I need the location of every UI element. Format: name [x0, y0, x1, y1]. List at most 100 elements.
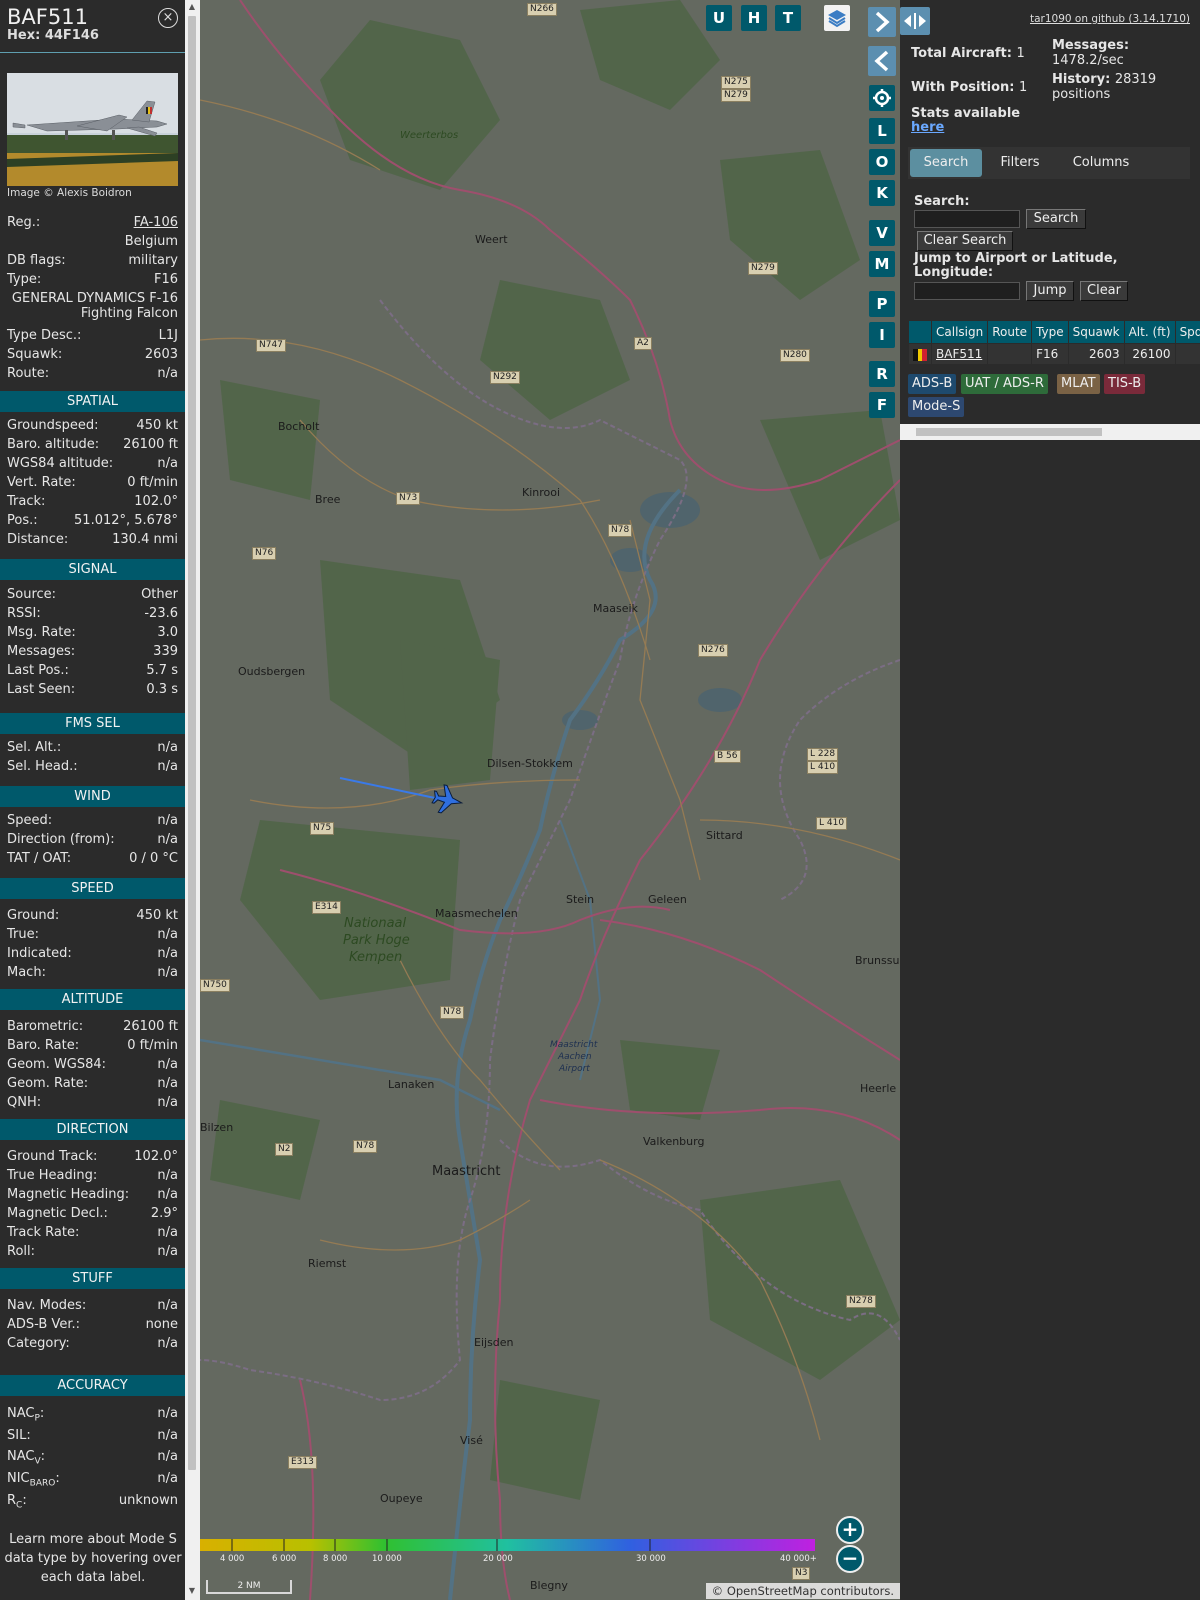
row-label: Magnetic Heading: [7, 1187, 130, 1202]
registration-link[interactable]: FA-106 [134, 213, 178, 232]
road-label: B 56 [714, 750, 741, 763]
info-row-altitude: Barometric: 26100 ft [7, 1017, 178, 1036]
map-label-geleen: Geleen [648, 893, 687, 906]
altitude-cell: 26100 [1123, 343, 1176, 365]
map-attribution[interactable]: © OpenStreetMap contributors. [705, 1583, 900, 1599]
info-row-country: Belgium [7, 232, 178, 251]
table-horizontal-scrollbar[interactable] [900, 424, 1200, 440]
column-header-type[interactable]: Type [1031, 320, 1069, 344]
row-value: Other [141, 587, 178, 602]
toggle-k-button[interactable]: K [869, 180, 895, 206]
type-full-model: Fighting Falcon [80, 306, 178, 321]
horizontal-scrollbar-thumb[interactable] [916, 428, 1102, 436]
tab-filters[interactable]: Filters [986, 149, 1054, 177]
source-legend-adsb: ADS-B [908, 374, 957, 394]
toggle-u-button[interactable]: U [706, 5, 732, 31]
toggle-r-button[interactable]: R [869, 361, 895, 387]
collapse-left-icon[interactable] [868, 46, 896, 76]
column-header-callsign[interactable]: Callsign [930, 320, 989, 344]
column-header-speed[interactable]: Spd. [1174, 320, 1200, 344]
with-position: With Position: 1 [911, 80, 1027, 95]
tab-search[interactable]: Search [910, 149, 982, 177]
row-label: Indicated: [7, 946, 72, 961]
toggle-sidebar-icon[interactable] [900, 7, 930, 35]
row-value: F16 [153, 272, 178, 287]
toggle-t-button[interactable]: T [775, 5, 801, 31]
toggle-m-button[interactable]: M [869, 251, 895, 277]
map-view[interactable]: Weert Weerterbos Bocholt Bree Kinrooi Ma… [200, 0, 900, 1600]
clear-jump-button[interactable]: Clear [1080, 281, 1128, 301]
map-label-blegny: Blegny [530, 1579, 568, 1592]
road-label: L 410 [816, 817, 848, 830]
row-label: Nav. Modes: [7, 1298, 87, 1313]
section-direction: DIRECTION [0, 1119, 185, 1140]
settings-gear-icon[interactable] [869, 85, 895, 111]
scroll-up-arrow-icon[interactable]: ▲ [187, 2, 197, 12]
tab-columns[interactable]: Columns [1058, 149, 1144, 177]
map-label-stein: Stein [566, 893, 595, 906]
scroll-down-arrow-icon[interactable]: ▼ [187, 1586, 197, 1596]
info-row-direction: Magnetic Heading: n/a [7, 1185, 178, 1204]
table-row[interactable]: BAF511 F16 2603 26100 [908, 343, 1200, 365]
column-header-squawk[interactable]: Squawk [1067, 320, 1125, 344]
row-value: 2.9° [150, 1206, 178, 1221]
toggle-o-button[interactable]: O [869, 149, 895, 175]
scrollbar-thumb[interactable] [188, 16, 196, 1470]
sidebar-tabs: Search Filters Columns [908, 147, 1190, 179]
section-spatial: SPATIAL [0, 391, 185, 412]
search-button[interactable]: Search [1026, 209, 1086, 229]
map-label-riemst: Riemst [308, 1257, 347, 1270]
close-icon[interactable]: × [158, 8, 178, 28]
road-label: N75 [310, 822, 335, 835]
info-row-signal: Last Seen: 0.3 s [7, 680, 178, 699]
toggle-f-button[interactable]: F [869, 392, 895, 418]
map-label-eijsden: Eijsden [474, 1336, 514, 1349]
info-row-signal: Last Pos.: 5.7 s [7, 661, 178, 680]
column-header-flag[interactable] [908, 320, 932, 344]
toggle-v-button[interactable]: V [869, 220, 895, 246]
row-value: n/a [157, 1471, 178, 1487]
aircraft-photo[interactable] [7, 73, 178, 186]
info-row-direction: Ground Track: 102.0° [7, 1147, 178, 1166]
road-label: L 228 [807, 748, 839, 761]
zoom-in-icon[interactable]: + [836, 1516, 864, 1544]
road-label: N276 [698, 644, 728, 657]
column-header-altitude[interactable]: Alt. (ft) [1123, 320, 1176, 344]
toggle-i-button[interactable]: I [869, 322, 895, 348]
row-value: Belgium [124, 234, 178, 249]
aircraft-info-panel: BAF511 Hex: 44F146 × Image © Alexis Boid… [0, 0, 185, 1600]
layers-icon[interactable] [824, 5, 850, 31]
info-row-accuracy: SIL: n/a [7, 1426, 178, 1445]
hex-line: Hex: 44F146 [7, 28, 178, 43]
map-label-maaseik: Maaseik [593, 602, 638, 615]
row-value: n/a [157, 1406, 178, 1421]
row-value: n/a [157, 813, 178, 828]
expand-right-icon[interactable] [868, 7, 896, 37]
toggle-h-button[interactable]: H [741, 5, 767, 31]
info-row-type: Type: F16 [7, 270, 178, 289]
stats-link[interactable]: here [911, 120, 944, 135]
github-link[interactable]: tar1090 on github (3.14.1710) [1030, 13, 1190, 25]
row-value: 0 / 0 °C [129, 851, 178, 866]
row-value: n/a [157, 1427, 178, 1443]
messages-value: 1478.2/sec [1052, 53, 1124, 68]
row-value: 130.4 nmi [112, 532, 178, 547]
row-label-base: R [7, 1492, 17, 1508]
callsign-link[interactable]: BAF511 [936, 347, 982, 361]
map-label-bilzen: Bilzen [200, 1121, 234, 1134]
toggle-p-button[interactable]: P [869, 291, 895, 317]
road-label: N292 [490, 371, 520, 384]
toggle-l-button[interactable]: L [869, 118, 895, 144]
search-input[interactable] [914, 210, 1020, 228]
info-scrollbar[interactable]: ▲ ▼ [185, 0, 200, 1600]
row-value: n/a [157, 927, 178, 942]
zoom-out-icon[interactable]: − [836, 1545, 864, 1573]
clear-search-button[interactable]: Clear Search [917, 231, 1013, 251]
row-label: RC: [7, 1491, 27, 1516]
column-header-route[interactable]: Route [987, 320, 1033, 344]
row-label: DB flags: [7, 253, 66, 268]
jump-button[interactable]: Jump [1026, 281, 1074, 301]
jump-input[interactable] [914, 282, 1020, 300]
road-label: N280 [780, 349, 810, 362]
row-label: Msg. Rate: [7, 625, 76, 640]
